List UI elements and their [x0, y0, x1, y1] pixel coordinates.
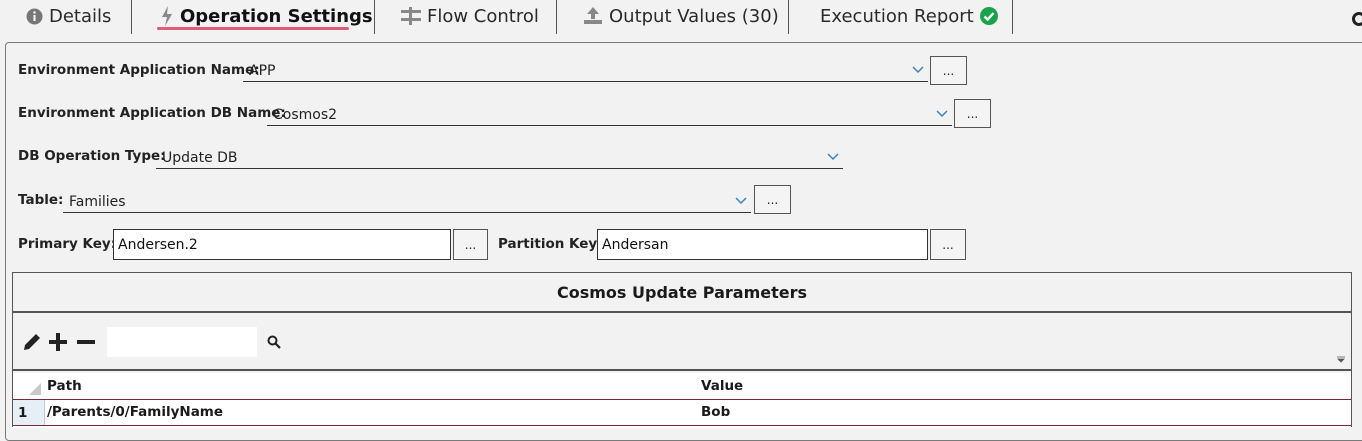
op-type-label: DB Operation Type:: [18, 148, 166, 164]
tab-separator: [788, 0, 789, 34]
active-tab-underline: [157, 27, 349, 30]
chevron-down-icon: [936, 110, 948, 118]
partition-key-label: Partition Key:: [498, 236, 603, 252]
grid-toolbar: [13, 315, 1351, 371]
tab-output-values-label: Output Values (30): [609, 5, 779, 27]
partition-key-browse-button[interactable]: ...: [930, 229, 966, 260]
table-value: Families: [69, 193, 126, 210]
info-icon: [26, 8, 43, 25]
tab-details[interactable]: Details: [26, 0, 111, 32]
env-db-label: Environment Application DB Name:: [18, 105, 286, 121]
env-db-value: Cosmos2: [273, 106, 338, 123]
env-db-browse-button[interactable]: ...: [954, 99, 991, 128]
cosmos-update-parameters-grid: Cosmos Update Parameters Path Value 1 /P…: [12, 272, 1352, 428]
select-all-corner[interactable]: [29, 383, 41, 395]
table-combobox[interactable]: Families: [63, 191, 751, 213]
lightning-icon: [160, 6, 174, 26]
env-db-combobox[interactable]: Cosmos2: [267, 104, 952, 126]
chevron-down-icon: [735, 197, 747, 205]
table-browse-button[interactable]: ...: [754, 185, 791, 214]
table-row[interactable]: 1 /Parents/0/FamilyName Bob: [13, 399, 1351, 426]
tab-separator: [556, 0, 557, 34]
parameters-table: Path Value 1 /Parents/0/FamilyName Bob: [13, 373, 1351, 428]
op-type-combobox[interactable]: Update DB: [156, 147, 843, 169]
table-header-row: Path Value: [13, 373, 1351, 399]
env-app-label: Environment Application Name:: [18, 62, 260, 78]
tab-separator: [1012, 0, 1013, 34]
cell-path[interactable]: /Parents/0/FamilyName: [47, 404, 223, 420]
tab-operation-settings-label: Operation Settings: [180, 5, 373, 27]
tab-flow-control[interactable]: Flow Control: [401, 0, 539, 32]
cell-value[interactable]: Bob: [701, 404, 730, 420]
add-icon[interactable]: [47, 331, 69, 353]
env-app-combobox[interactable]: APP: [243, 60, 928, 82]
settings-icon[interactable]: [1352, 12, 1362, 26]
edit-icon[interactable]: [21, 331, 43, 353]
chevron-down-icon: [827, 153, 839, 161]
chevron-down-icon: [912, 66, 924, 74]
primary-key-browse-button[interactable]: ...: [453, 229, 488, 260]
op-type-value: Update DB: [162, 149, 238, 166]
flow-icon: [401, 7, 421, 25]
tab-flow-control-label: Flow Control: [427, 5, 539, 27]
toolbar-expand-icon[interactable]: [1337, 355, 1345, 363]
primary-key-input[interactable]: Andersen.2: [113, 229, 451, 260]
tab-execution-report[interactable]: Execution Report: [820, 0, 998, 32]
primary-key-label: Primary Key:: [18, 236, 117, 252]
tab-bar: Details Operation Settings Flow Control …: [0, 0, 1362, 36]
table-label: Table:: [18, 192, 64, 208]
check-circle-icon: [979, 7, 998, 25]
grid-search-input[interactable]: [107, 327, 257, 357]
tab-separator: [131, 0, 132, 34]
tab-execution-report-label: Execution Report: [820, 5, 974, 27]
tab-details-label: Details: [49, 5, 112, 27]
remove-icon[interactable]: [75, 331, 97, 353]
tab-output-values[interactable]: Output Values (30): [583, 0, 779, 32]
row-number: 1: [13, 400, 45, 425]
upload-icon: [583, 7, 603, 25]
env-app-browse-button[interactable]: ...: [930, 56, 967, 85]
tab-separator: [374, 0, 375, 34]
grid-title: Cosmos Update Parameters: [13, 273, 1351, 313]
column-header-value[interactable]: Value: [701, 378, 743, 394]
column-header-path[interactable]: Path: [47, 378, 82, 394]
env-app-value: APP: [249, 62, 276, 79]
search-icon[interactable]: [267, 335, 281, 349]
partition-key-input[interactable]: Andersan: [597, 229, 928, 260]
